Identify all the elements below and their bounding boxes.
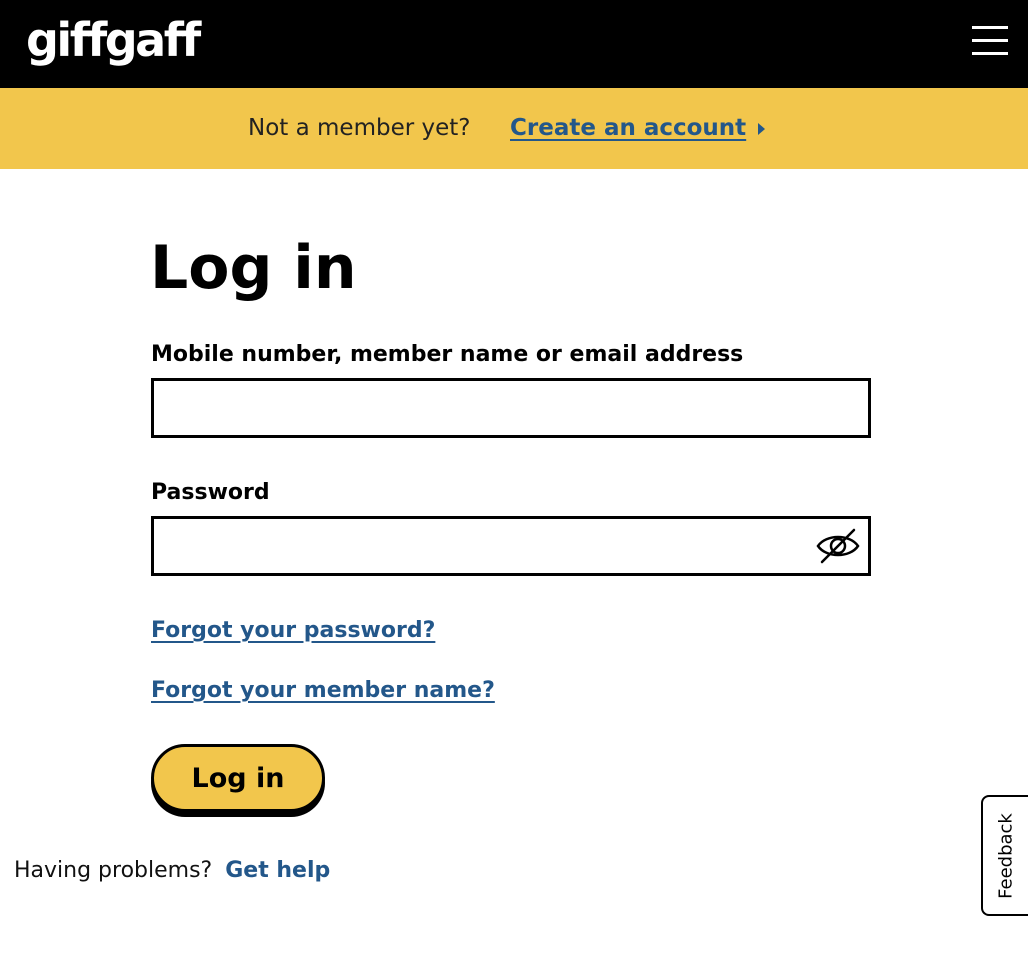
username-input[interactable] (151, 378, 871, 438)
forgot-member-name-link[interactable]: Forgot your member name? (151, 676, 495, 706)
help-prompt: Having problems? (14, 858, 213, 883)
get-help-link[interactable]: Get help (225, 858, 330, 883)
promo-prompt: Not a member yet? (248, 115, 471, 141)
hamburger-menu-icon[interactable] (966, 24, 1014, 58)
create-account-link[interactable]: Create an account (510, 112, 766, 144)
login-button[interactable]: Log in (151, 744, 325, 812)
giffgaff-logo[interactable]: giffgaff (26, 10, 201, 70)
help-row: Having problems? Get help (14, 855, 330, 887)
page-title: Log in (150, 233, 357, 303)
forgot-password-link[interactable]: Forgot your password? (151, 616, 435, 646)
caret-right-icon (758, 122, 766, 135)
eye-slash-icon[interactable] (812, 523, 864, 569)
feedback-label: Feedback (995, 812, 1016, 899)
password-label: Password (151, 480, 270, 505)
site-header: giffgaff (0, 0, 1028, 88)
password-input[interactable] (151, 516, 871, 576)
feedback-tab[interactable]: Feedback (981, 795, 1028, 916)
username-label: Mobile number, member name or email addr… (151, 342, 744, 367)
create-account-label: Create an account (510, 115, 747, 141)
signup-promo-banner: Not a member yet? Create an account (0, 88, 1028, 169)
